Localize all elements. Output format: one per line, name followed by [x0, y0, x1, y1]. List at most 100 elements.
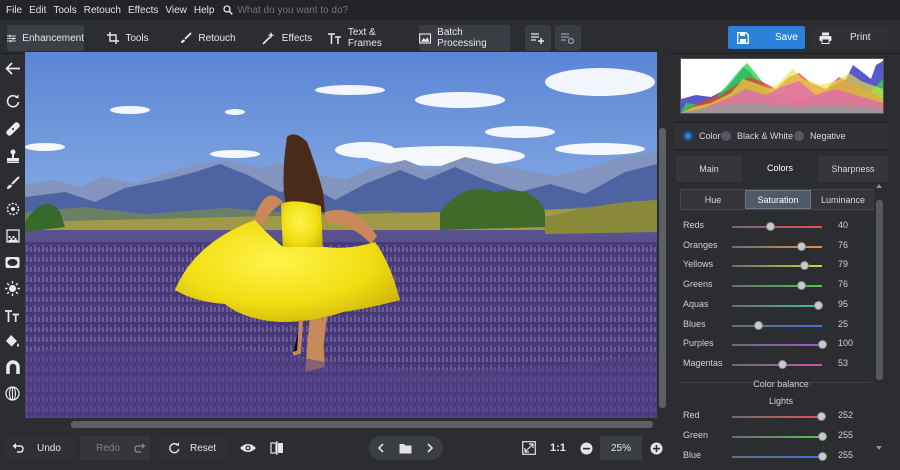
tab-retouch[interactable]: Retouch — [170, 25, 246, 51]
saturation-slider-knob[interactable] — [818, 340, 827, 350]
folder-icon[interactable] — [399, 443, 412, 454]
globe-tool[interactable] — [4, 385, 21, 402]
menu-effects[interactable]: Effects — [128, 5, 158, 16]
zoom-level-field[interactable]: 25% — [600, 436, 642, 460]
print-button[interactable]: Print — [810, 26, 888, 49]
balance-slider-red[interactable]: Red 252 — [682, 410, 862, 430]
menu-file[interactable]: File — [6, 5, 22, 16]
saturation-slider-track[interactable] — [732, 226, 822, 228]
horizontal-scrollbar[interactable] — [25, 418, 657, 430]
add-list-button[interactable] — [525, 25, 551, 51]
actual-size-button[interactable]: 1:1 — [550, 436, 570, 460]
vertical-scroll-thumb[interactable] — [659, 128, 666, 408]
color-mode-group: Color Black & White Negative — [674, 122, 888, 150]
saturation-slider-knob[interactable] — [799, 261, 809, 271]
panel-scroll-down-icon[interactable] — [876, 446, 882, 450]
tab-tools[interactable]: Tools — [92, 25, 164, 51]
save-button[interactable]: Save — [728, 26, 805, 49]
saturation-slider-knob[interactable] — [753, 320, 763, 330]
saturation-slider-knob[interactable] — [797, 281, 807, 291]
menu-tools[interactable]: Tools — [53, 5, 76, 16]
balance-slider-green[interactable]: Green 255 — [682, 430, 862, 450]
tab-sharpness[interactable]: Sharpness — [818, 156, 888, 182]
clone-tool[interactable] — [4, 147, 21, 164]
saturation-slider-purples[interactable]: Purples 100 — [682, 338, 862, 358]
vertical-scrollbar[interactable] — [657, 52, 668, 418]
light-tool[interactable] — [4, 280, 21, 297]
brush-tool[interactable] — [4, 174, 21, 191]
saturation-slider-blues[interactable]: Blues 25 — [682, 319, 862, 339]
list-settings-button[interactable] — [555, 25, 581, 51]
zoom-in-button[interactable] — [650, 436, 664, 460]
undo-button[interactable]: Undo — [6, 436, 74, 460]
balance-slider-knob[interactable] — [817, 412, 827, 421]
saturation-slider-knob[interactable] — [797, 241, 807, 251]
saturation-slider-aquas[interactable]: Aquas 95 — [682, 299, 862, 319]
menu-view[interactable]: View — [165, 5, 187, 16]
subtab-luminance[interactable]: Luminance — [811, 190, 875, 209]
balance-slider-track[interactable] — [732, 456, 822, 458]
menu-retouch[interactable]: Retouch — [84, 5, 121, 16]
healing-tool[interactable] — [4, 120, 21, 137]
vignette-tool[interactable] — [4, 254, 21, 271]
compare-toggle[interactable] — [270, 436, 288, 460]
balance-slider-track[interactable] — [732, 436, 822, 438]
batch-processing-button[interactable]: Batch Processing — [419, 25, 510, 51]
magnet-icon — [5, 360, 20, 374]
horizontal-scroll-thumb[interactable] — [71, 421, 653, 428]
text-tool[interactable] — [4, 307, 21, 324]
sliders-icon — [7, 34, 17, 42]
panel-scroll-up-icon[interactable] — [876, 184, 882, 188]
saturation-slider-greens[interactable]: Greens 76 — [682, 279, 862, 299]
gradient-tool[interactable] — [4, 227, 21, 244]
saturation-slider-track[interactable] — [732, 304, 822, 307]
undo-label: Undo — [37, 442, 61, 454]
preview-toggle[interactable] — [240, 436, 260, 460]
photo-canvas[interactable] — [25, 52, 657, 418]
radial-tool[interactable] — [4, 200, 21, 217]
zoom-out-button[interactable] — [580, 436, 594, 460]
fit-to-screen-button[interactable] — [522, 436, 538, 460]
chevron-left-icon[interactable] — [377, 443, 385, 453]
radio-black-white[interactable]: Black & White — [721, 131, 793, 141]
landscape-photo — [25, 52, 657, 418]
saturation-slider-knob[interactable] — [777, 359, 787, 369]
subtab-saturation[interactable]: Saturation — [745, 190, 811, 209]
saturation-slider-oranges[interactable]: Oranges 76 — [682, 240, 862, 260]
radio-negative[interactable]: Negative — [794, 131, 846, 141]
magnet-tool[interactable] — [4, 359, 21, 376]
saturation-slider-yellows[interactable]: Yellows 79 — [682, 259, 862, 279]
balance-slider-blue[interactable]: Blue 255 — [682, 450, 862, 470]
redo-button[interactable]: Redo — [80, 436, 150, 460]
saturation-slider-track[interactable] — [732, 245, 822, 248]
menu-help[interactable]: Help — [194, 5, 215, 16]
saturation-slider-track[interactable] — [732, 324, 822, 327]
tab-effects[interactable]: Effects — [252, 25, 322, 51]
saturation-slider-knob[interactable] — [813, 300, 823, 310]
saturation-slider-knob[interactable] — [766, 222, 776, 231]
healing-patch-icon — [5, 121, 20, 136]
fill-tool[interactable] — [4, 333, 21, 350]
menu-edit[interactable]: Edit — [29, 5, 46, 16]
radial-icon — [6, 202, 19, 215]
search-input[interactable] — [237, 4, 438, 16]
subtab-hue[interactable]: Hue — [681, 190, 745, 209]
radio-color[interactable]: Color — [683, 131, 721, 141]
tab-enhancement[interactable]: Enhancement — [7, 25, 84, 51]
saturation-slider-magentas[interactable]: Magentas 53 — [682, 358, 862, 378]
rotate-tool[interactable] — [4, 92, 21, 109]
balance-slider-track[interactable] — [732, 416, 822, 418]
chevron-right-icon[interactable] — [426, 443, 434, 453]
reset-button[interactable]: Reset — [160, 436, 226, 460]
tab-main[interactable]: Main — [676, 156, 742, 182]
saturation-slider-reds[interactable]: Reds 40 — [682, 220, 862, 240]
panel-scroll-thumb[interactable] — [876, 200, 883, 380]
panel-scrollbar[interactable] — [874, 184, 885, 456]
saturation-slider-track[interactable] — [732, 344, 822, 347]
tab-text-frames[interactable]: Text & Frames — [328, 25, 412, 51]
back-button[interactable] — [4, 60, 21, 77]
balance-slider-knob[interactable] — [818, 452, 827, 461]
balance-slider-knob[interactable] — [818, 432, 827, 441]
saturation-slider-track[interactable] — [732, 285, 822, 288]
tab-colors[interactable]: Colors — [744, 154, 816, 182]
